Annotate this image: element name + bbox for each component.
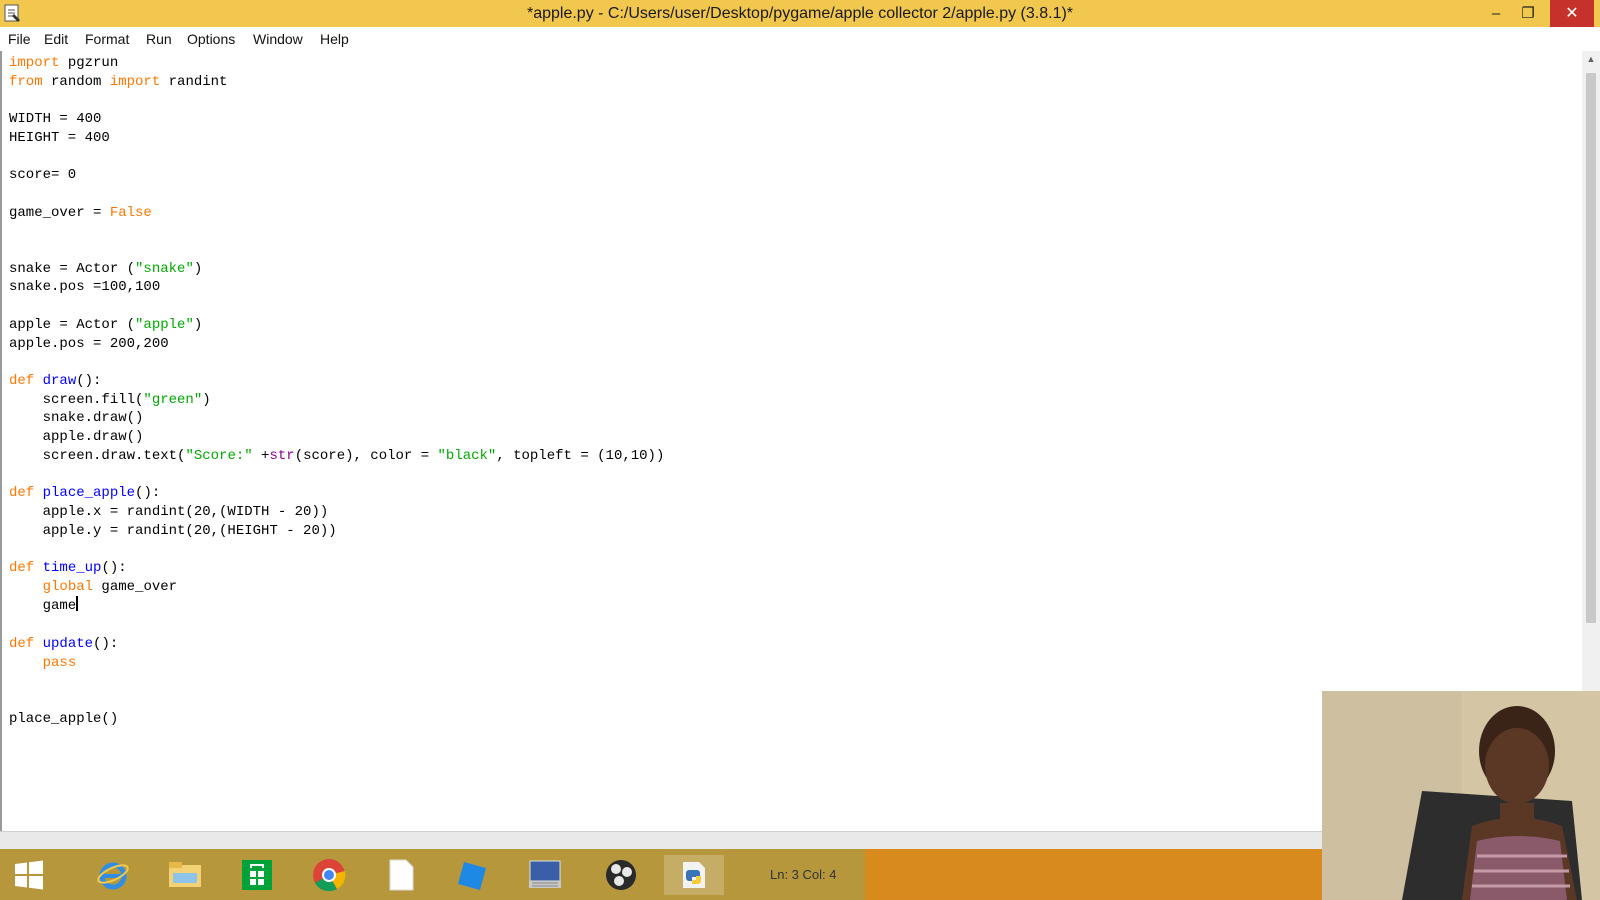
internet-explorer-icon[interactable] xyxy=(92,855,134,895)
menu-file[interactable]: File xyxy=(8,27,31,51)
code-line[interactable]: place_apple() xyxy=(9,711,118,727)
close-button[interactable]: ✕ xyxy=(1550,0,1594,27)
status-line-col: Ln: 3 Col: 4 xyxy=(770,867,837,882)
code-line[interactable]: pass xyxy=(9,655,77,671)
code-line[interactable]: screen.draw.text("Score:" +str(score), c… xyxy=(9,448,665,464)
chrome-icon[interactable] xyxy=(308,855,350,895)
menu-format[interactable]: Format xyxy=(85,27,129,51)
code-line[interactable]: apple.draw() xyxy=(9,429,144,445)
code-line[interactable]: game xyxy=(9,596,79,614)
code-line[interactable]: def update(): xyxy=(9,636,118,652)
blue-app-icon[interactable] xyxy=(452,855,494,895)
scroll-up-arrow-icon[interactable]: ▲ xyxy=(1582,51,1600,67)
webcam-overlay xyxy=(1322,691,1600,900)
code-line[interactable]: global game_over xyxy=(9,579,177,595)
window-title: *apple.py - C:/Users/user/Desktop/pygame… xyxy=(526,5,1074,22)
code-line[interactable]: screen.fill("green") xyxy=(9,392,211,408)
menu-edit[interactable]: Edit xyxy=(44,27,68,51)
code-line[interactable]: game_over = False xyxy=(9,205,152,221)
code-line[interactable]: apple.x = randint(20,(WIDTH - 20)) xyxy=(9,504,329,520)
code-line[interactable]: snake.pos =100,100 xyxy=(9,279,160,295)
windows-start-icon[interactable] xyxy=(8,855,50,895)
menu-options[interactable]: Options xyxy=(187,27,235,51)
code-line[interactable]: snake = Actor ("snake") xyxy=(9,261,202,277)
code-text[interactable]: import pgzrun from random import randint… xyxy=(9,54,664,728)
maximize-button[interactable]: ❐ xyxy=(1512,0,1544,27)
minimize-button[interactable]: – xyxy=(1480,0,1512,27)
code-line[interactable]: def time_up(): xyxy=(9,560,127,576)
menu-run[interactable]: Run xyxy=(146,27,172,51)
code-line[interactable]: score= 0 xyxy=(9,167,76,183)
code-line[interactable]: apple.y = randint(20,(HEIGHT - 20)) xyxy=(9,523,337,539)
webcam-person-image xyxy=(1322,691,1600,900)
code-line[interactable]: snake.draw() xyxy=(9,410,144,426)
menu-window[interactable]: Window xyxy=(253,27,303,51)
code-line[interactable]: apple = Actor ("apple") xyxy=(9,317,202,333)
code-line[interactable]: apple.pos = 200,200 xyxy=(9,336,169,352)
title-bar: *apple.py - C:/Users/user/Desktop/pygame… xyxy=(0,0,1600,27)
code-line[interactable]: def draw(): xyxy=(9,373,101,389)
menu-bar: File Edit Format Run Options Window Help xyxy=(0,27,1600,52)
python-idle-icon[interactable] xyxy=(664,855,724,895)
obs-icon[interactable] xyxy=(600,855,642,895)
code-line[interactable]: from random import randint xyxy=(9,74,227,90)
code-line[interactable]: import pgzrun xyxy=(9,55,118,71)
store-icon[interactable] xyxy=(236,855,278,895)
onscreen-keyboard-icon[interactable] xyxy=(524,855,566,895)
file-explorer-icon[interactable] xyxy=(164,855,206,895)
code-line[interactable]: HEIGHT = 400 xyxy=(9,130,110,146)
blank-document-icon[interactable] xyxy=(380,855,422,895)
text-cursor xyxy=(76,596,79,612)
menu-help[interactable]: Help xyxy=(320,27,349,51)
code-line[interactable]: def place_apple(): xyxy=(9,485,160,501)
scrollbar-thumb[interactable] xyxy=(1586,73,1596,623)
code-line[interactable]: WIDTH = 400 xyxy=(9,111,101,127)
